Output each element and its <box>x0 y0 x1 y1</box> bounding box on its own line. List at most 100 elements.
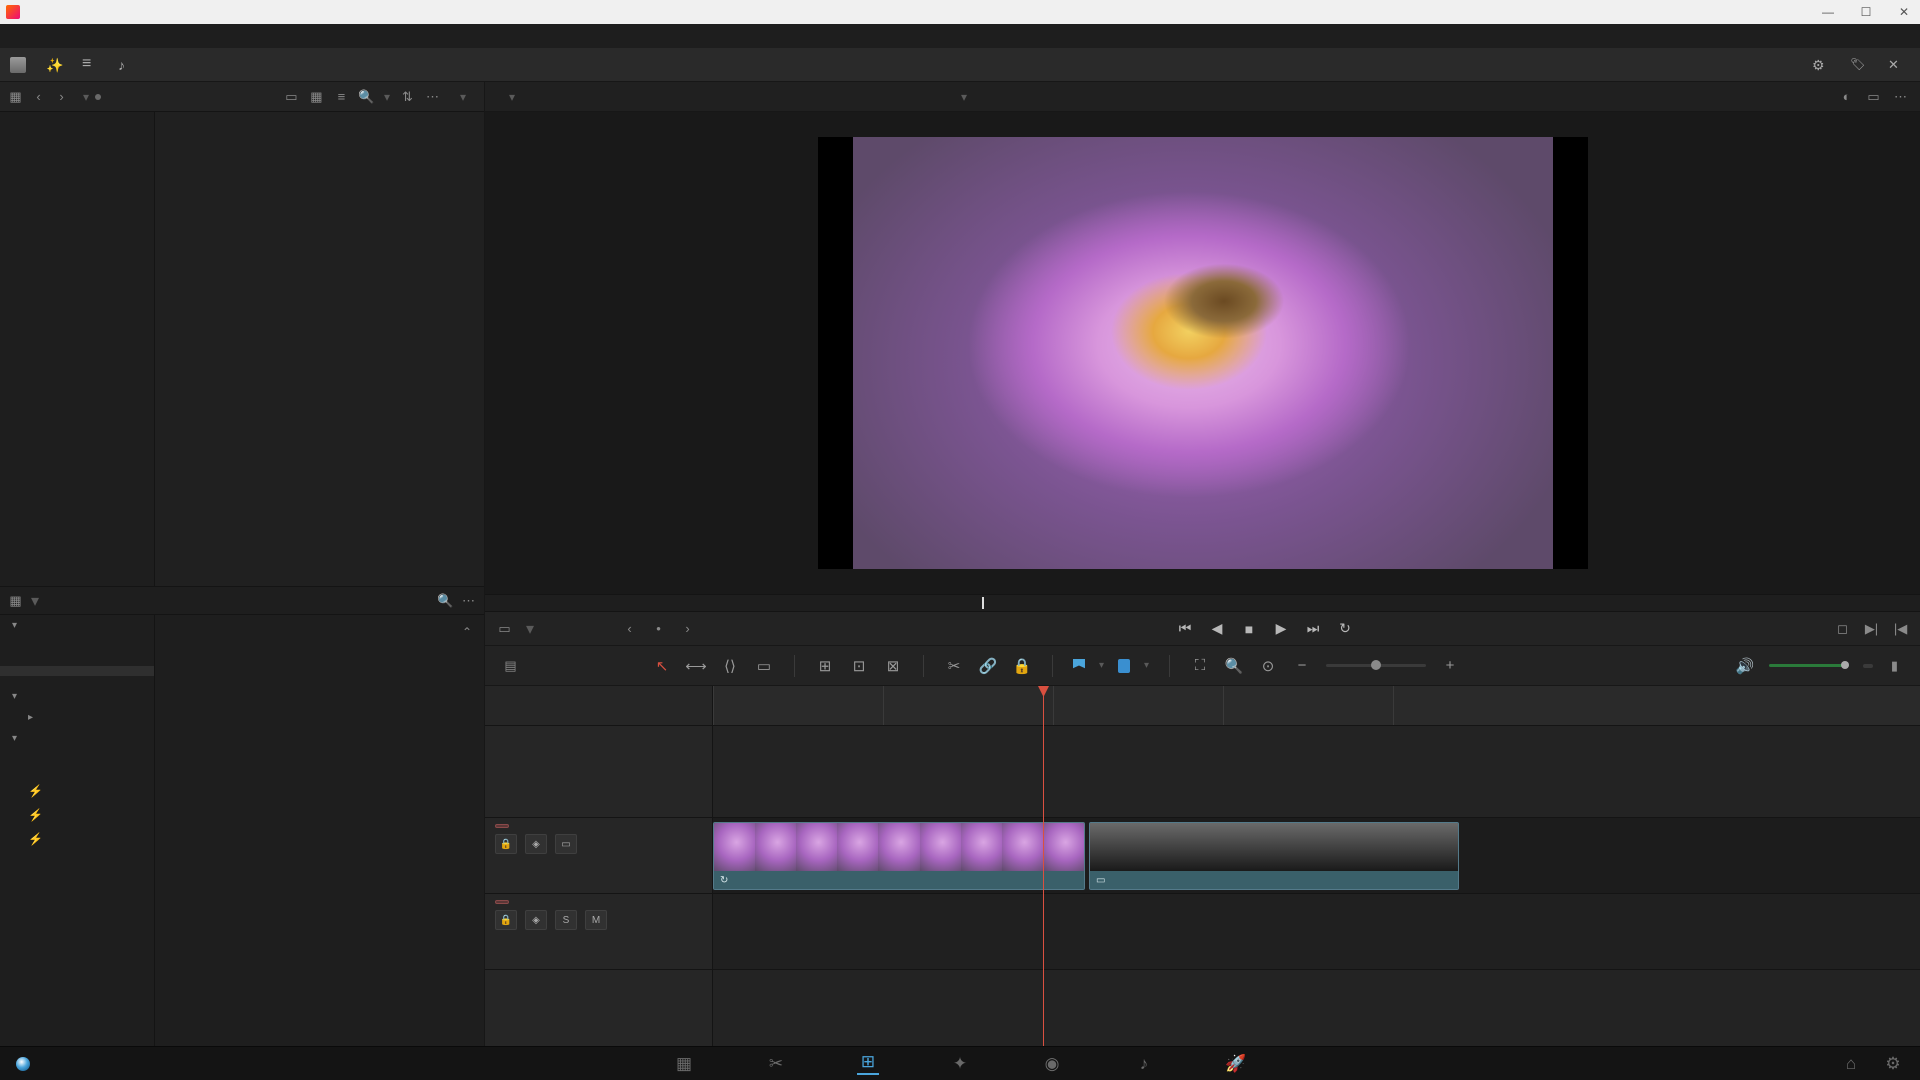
fx-view-icon[interactable]: ▦ <box>8 593 23 608</box>
reverse-button[interactable]: ◀ <box>1208 620 1226 638</box>
mixer-toggle[interactable] <box>1812 57 1834 73</box>
zoom-out-icon[interactable]: − <box>1292 656 1312 676</box>
audio-track-header[interactable]: 🔒 ◈ SM <box>485 894 712 970</box>
viewer[interactable] <box>485 112 1920 594</box>
fx-audiofx[interactable]: ▾ <box>0 728 154 749</box>
page-media[interactable]: ▦ <box>673 1053 695 1075</box>
page-cut[interactable]: ✂ <box>765 1053 787 1075</box>
mark-in-icon[interactable]: ◻ <box>1835 621 1850 636</box>
view-grid-icon[interactable]: ▦ <box>309 89 324 104</box>
home-icon[interactable]: ⌂ <box>1840 1053 1862 1075</box>
playhead[interactable] <box>1043 686 1044 1046</box>
video-track-header[interactable]: 🔒 ◈ ▭ <box>485 818 712 894</box>
search-icon[interactable]: 🔍 <box>359 89 374 104</box>
timeline-ruler[interactable] <box>713 686 1920 726</box>
close-button[interactable]: ✕ <box>1894 5 1914 19</box>
volume-icon[interactable]: 🔊 <box>1735 656 1755 676</box>
marker-icon[interactable] <box>1118 659 1130 673</box>
loop-button[interactable]: ↻ <box>1336 620 1354 638</box>
fx-audio-transitions[interactable] <box>0 646 154 656</box>
zoom-full-icon[interactable]: ⛶ <box>1190 656 1210 676</box>
clip-timeline2[interactable]: ▭ <box>1089 822 1459 890</box>
selection-tool[interactable]: ↖ <box>652 656 672 676</box>
nav-prev-icon[interactable]: ‹ <box>622 621 637 636</box>
zoom-slider[interactable] <box>1326 664 1426 667</box>
fx-filters[interactable]: ▸ <box>0 707 154 728</box>
sound-library-toggle[interactable] <box>118 57 140 73</box>
lock-icon[interactable]: 🔒 <box>1012 656 1032 676</box>
breadcrumb[interactable]: ▾ <box>77 90 101 104</box>
fx-generators[interactable] <box>0 666 154 676</box>
fx-effects[interactable] <box>0 676 154 686</box>
a1-solo-button[interactable]: S <box>555 910 577 930</box>
pool-view-icon[interactable]: ▦ <box>8 89 23 104</box>
viewer-menu-icon[interactable]: ⋯ <box>1893 89 1908 104</box>
stop-button[interactable]: ■ <box>1240 620 1258 638</box>
sort-icon[interactable]: ⇅ <box>400 89 415 104</box>
view-strip-icon[interactable]: ▭ <box>284 89 299 104</box>
clip-bee[interactable]: ↻ <box>713 822 1085 890</box>
blade-icon[interactable]: ✂ <box>944 656 964 676</box>
volume-slider[interactable] <box>1769 664 1849 667</box>
zoom-custom-icon[interactable]: ⊙ <box>1258 656 1278 676</box>
trim-tool[interactable]: ⟷ <box>686 656 706 676</box>
dual-view-icon[interactable]: ▭ <box>1866 89 1881 104</box>
v1-lock-button[interactable]: 🔒 <box>495 834 517 854</box>
nav-next-icon[interactable]: › <box>680 621 695 636</box>
go-next-icon[interactable]: |◀ <box>1893 621 1908 636</box>
audio-track[interactable] <box>713 894 1920 970</box>
v1-auto-button[interactable]: ◈ <box>525 834 547 854</box>
maximize-button[interactable]: ☐ <box>1856 5 1876 19</box>
zoom-in-icon[interactable]: + <box>1440 656 1460 676</box>
v1-badge[interactable] <box>495 824 509 828</box>
settings-icon[interactable]: ⚙ <box>1882 1053 1904 1075</box>
replace-clip-icon[interactable]: ⊠ <box>883 656 903 676</box>
edit-index-toggle[interactable] <box>82 57 104 73</box>
page-edit[interactable]: ⊞ <box>857 1053 879 1075</box>
blade-tool[interactable]: ▭ <box>754 656 774 676</box>
last-frame-button[interactable]: ⏭ <box>1304 620 1322 638</box>
v1-view-button[interactable]: ▭ <box>555 834 577 854</box>
minimize-button[interactable]: — <box>1818 5 1838 19</box>
fx-fairlight[interactable] <box>0 749 154 759</box>
a1-mute-button[interactable]: M <box>585 910 607 930</box>
fx-collapse-icon[interactable]: ⌃ <box>462 625 472 639</box>
fx-toolbox[interactable]: ▾ <box>0 615 154 636</box>
fx-search-icon[interactable]: 🔍 <box>438 593 453 608</box>
video-track[interactable]: ↻ ▭ <box>713 818 1920 894</box>
page-deliver[interactable]: 🚀 <box>1225 1053 1247 1075</box>
a1-badge[interactable] <box>495 900 509 904</box>
dim-button[interactable] <box>1863 664 1873 668</box>
dynamic-trim-tool[interactable]: ⟨⟩ <box>720 656 740 676</box>
fx-video-transitions[interactable] <box>0 636 154 646</box>
page-fusion[interactable]: ✦ <box>949 1053 971 1075</box>
first-frame-button[interactable]: ⏮ <box>1176 620 1194 638</box>
inspector-toggle[interactable] <box>1888 57 1910 73</box>
pool-fwd-icon[interactable]: › <box>54 89 69 104</box>
nav-dot-icon[interactable]: • <box>651 621 666 636</box>
zoom-detail-icon[interactable]: 🔍 <box>1224 656 1244 676</box>
link-icon[interactable]: 🔗 <box>978 656 998 676</box>
flag-icon[interactable] <box>1073 659 1085 673</box>
fx-menu-icon[interactable]: ⋯ <box>461 593 476 608</box>
go-prev-icon[interactable]: ▶| <box>1864 621 1879 636</box>
master-bin[interactable] <box>10 118 144 126</box>
fx-openfx[interactable]: ▾ <box>0 686 154 707</box>
view-list-icon[interactable]: ≡ <box>334 89 349 104</box>
a1-lock-button[interactable]: 🔒 <box>495 910 517 930</box>
fx-fav2[interactable]: ⚡ <box>0 803 154 827</box>
page-fairlight[interactable]: ♪ <box>1133 1053 1155 1075</box>
pool-back-icon[interactable]: ‹ <box>31 89 46 104</box>
page-color[interactable]: ◉ <box>1041 1053 1063 1075</box>
bypass-icon[interactable]: ◐ <box>1839 89 1854 104</box>
timeline-dropdown[interactable]: ▾ <box>953 90 967 104</box>
match-frame-icon[interactable]: ▭ <box>497 621 512 636</box>
effects-library-toggle[interactable] <box>46 57 68 73</box>
pool-menu-icon[interactable]: ⋯ <box>425 89 440 104</box>
metadata-toggle[interactable] <box>1850 57 1872 73</box>
a1-auto-button[interactable]: ◈ <box>525 910 547 930</box>
overwrite-clip-icon[interactable]: ⊡ <box>849 656 869 676</box>
scrubber[interactable] <box>485 594 1920 612</box>
timeline-view-icon[interactable]: ▤ <box>503 658 518 673</box>
meter-icon[interactable]: ▮ <box>1887 658 1902 673</box>
